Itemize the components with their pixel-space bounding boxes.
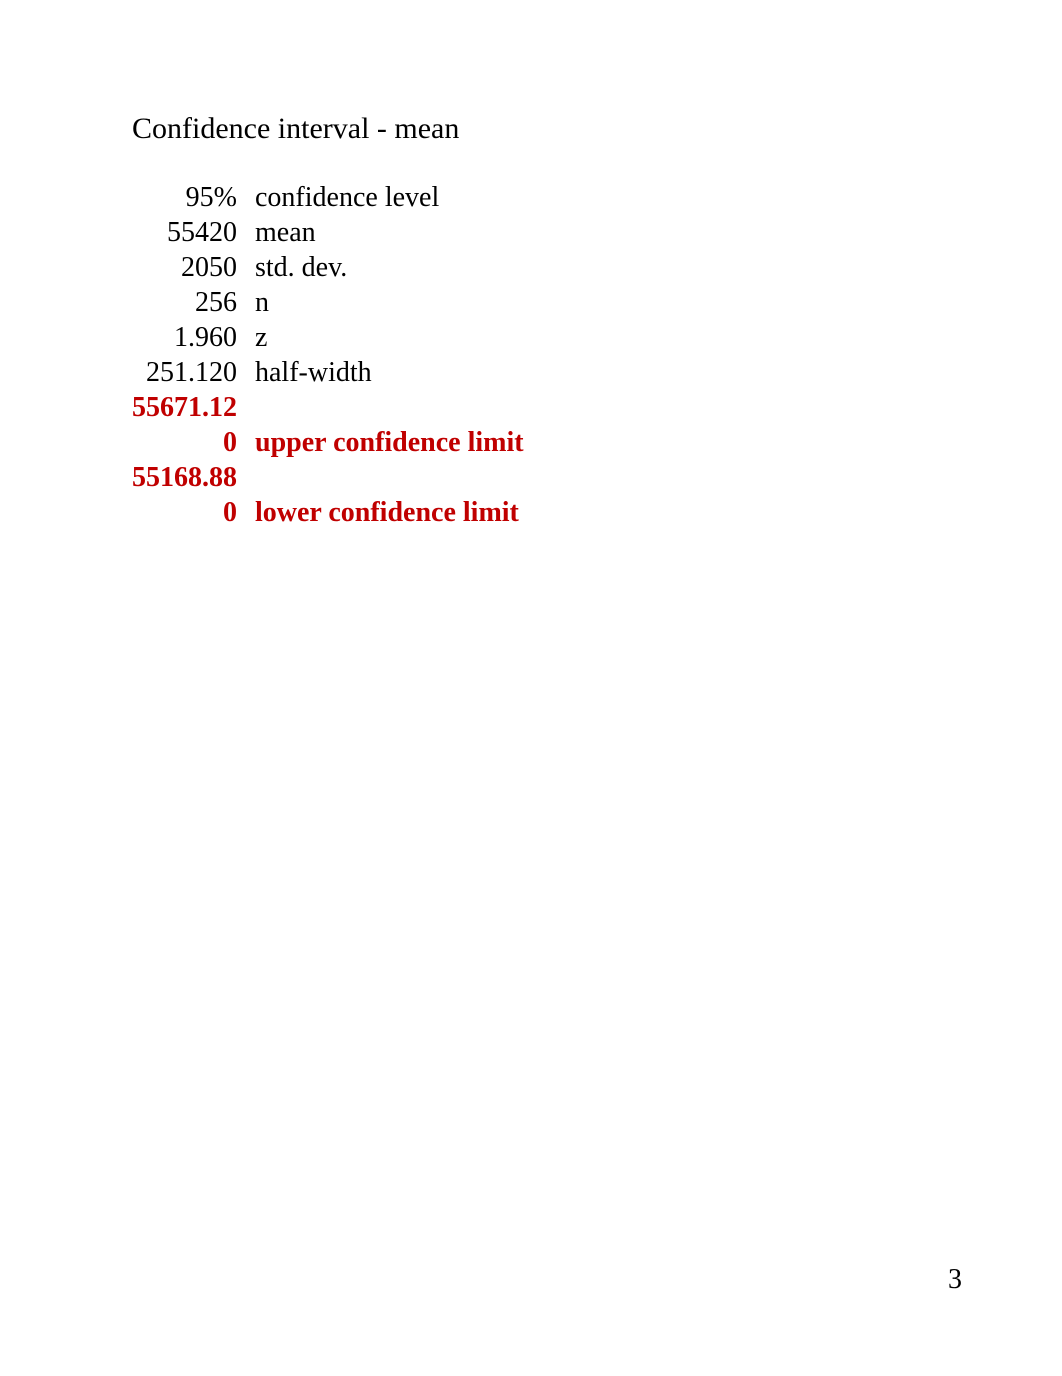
table-row: 55168.88 (132, 460, 524, 495)
table-row: 95% confidence level (132, 180, 524, 215)
table-row: 1.960 z (132, 320, 524, 355)
stat-label (255, 390, 524, 425)
stat-label: n (255, 285, 524, 320)
stat-value: 256 (132, 285, 255, 320)
table-row: 55420 mean (132, 215, 524, 250)
stat-value: 251.120 (132, 355, 255, 390)
stat-value: 0 (132, 495, 255, 530)
stat-label: z (255, 320, 524, 355)
table-row: 251.120 half-width (132, 355, 524, 390)
table-row: 0 lower confidence limit (132, 495, 524, 530)
stat-label: upper confidence limit (255, 425, 524, 460)
stat-value: 1.960 (132, 320, 255, 355)
stat-value: 55420 (132, 215, 255, 250)
stat-value: 95% (132, 180, 255, 215)
table-row: 0 upper confidence limit (132, 425, 524, 460)
stat-label: confidence level (255, 180, 524, 215)
page-number: 3 (948, 1264, 962, 1296)
table-row: 2050 std. dev. (132, 250, 524, 285)
stat-label: std. dev. (255, 250, 524, 285)
stat-label: half-width (255, 355, 524, 390)
stat-label (255, 460, 524, 495)
stats-table: 95% confidence level 55420 mean 2050 std… (132, 180, 524, 530)
stat-label: mean (255, 215, 524, 250)
document-content: Confidence interval - mean 95% confidenc… (0, 0, 1062, 530)
stat-value: 55168.88 (132, 460, 255, 495)
stat-value: 0 (132, 425, 255, 460)
stat-value: 55671.12 (132, 390, 255, 425)
table-row: 256 n (132, 285, 524, 320)
document-title: Confidence interval - mean (132, 112, 1062, 146)
stat-label: lower confidence limit (255, 495, 524, 530)
stat-value: 2050 (132, 250, 255, 285)
table-row: 55671.12 (132, 390, 524, 425)
